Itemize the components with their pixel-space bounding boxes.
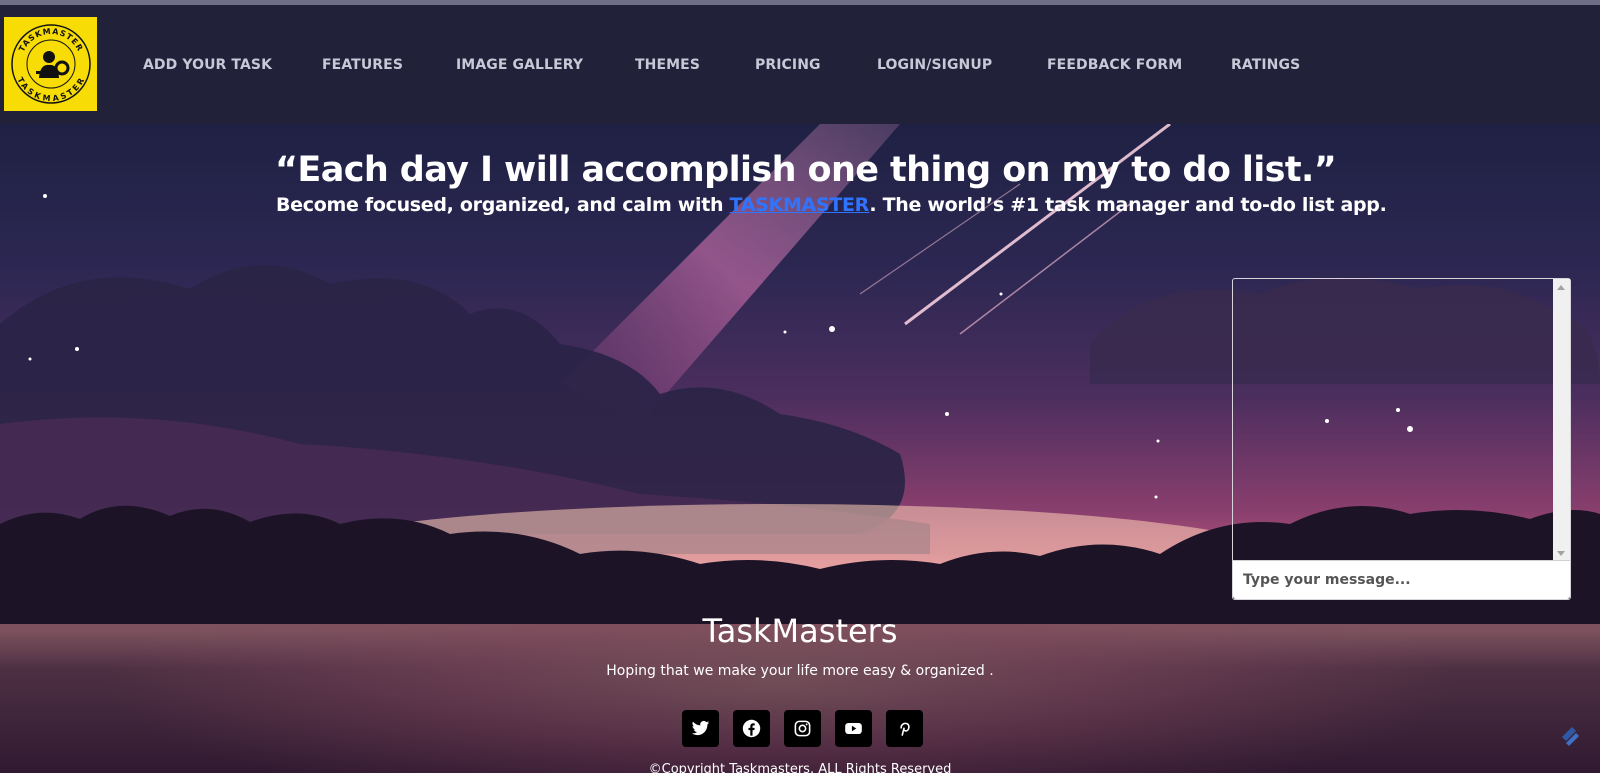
nav-login-signup[interactable]: LOGIN/SIGNUP bbox=[877, 57, 992, 73]
nav-themes[interactable]: THEMES bbox=[635, 57, 700, 73]
nav-image-gallery[interactable]: IMAGE GALLERY bbox=[456, 57, 583, 73]
nav-ratings[interactable]: RATINGS bbox=[1231, 57, 1300, 73]
hero-subline-tail: . The world’s #1 task manager and to-do … bbox=[869, 194, 1387, 216]
hero-subline: Become focused, organized, and calm with… bbox=[276, 194, 1387, 216]
social-links bbox=[682, 710, 923, 747]
chat-message-input[interactable] bbox=[1233, 560, 1570, 599]
hero-section: “Each day I will accomplish one thing on… bbox=[0, 124, 1600, 773]
hero-quote: “Each day I will accomplish one thing on… bbox=[275, 150, 1337, 190]
footer-tagline: Hoping that we make your life more easy … bbox=[606, 663, 994, 679]
pinterest-button[interactable] bbox=[886, 710, 923, 747]
footer-title: TaskMasters bbox=[702, 612, 898, 650]
scroll-up-icon[interactable] bbox=[1557, 285, 1565, 290]
scroll-to-top-icon[interactable] bbox=[1556, 721, 1584, 749]
twitter-icon bbox=[691, 720, 710, 736]
scroll-down-icon[interactable] bbox=[1557, 551, 1565, 556]
taskmaster-link[interactable]: TASKMASTER bbox=[730, 194, 870, 216]
main-nav: ADD YOUR TASK FEATURES IMAGE GALLERY THE… bbox=[0, 5, 1600, 124]
nav-features[interactable]: FEATURES bbox=[322, 57, 403, 73]
hero-subline-text: Become focused, organized, and calm with bbox=[276, 194, 730, 216]
chat-widget bbox=[1232, 278, 1571, 600]
nav-add-your-task[interactable]: ADD YOUR TASK bbox=[143, 57, 272, 73]
youtube-icon bbox=[845, 722, 862, 735]
navbar: TASKMASTER TASKMASTER ADD YOUR TASK FEAT… bbox=[0, 5, 1600, 124]
facebook-icon bbox=[742, 719, 761, 738]
instagram-button[interactable] bbox=[784, 710, 821, 747]
nav-feedback-form[interactable]: FEEDBACK FORM bbox=[1047, 57, 1182, 73]
chat-scrollbar[interactable] bbox=[1553, 279, 1570, 562]
instagram-icon bbox=[794, 720, 811, 737]
facebook-button[interactable] bbox=[733, 710, 770, 747]
twitter-button[interactable] bbox=[682, 710, 719, 747]
copyright-text: ©Copyright Taskmasters. ALL Rights Reser… bbox=[648, 762, 952, 773]
youtube-button[interactable] bbox=[835, 710, 872, 747]
nav-pricing[interactable]: PRICING bbox=[755, 57, 821, 73]
pinterest-icon bbox=[900, 722, 910, 736]
